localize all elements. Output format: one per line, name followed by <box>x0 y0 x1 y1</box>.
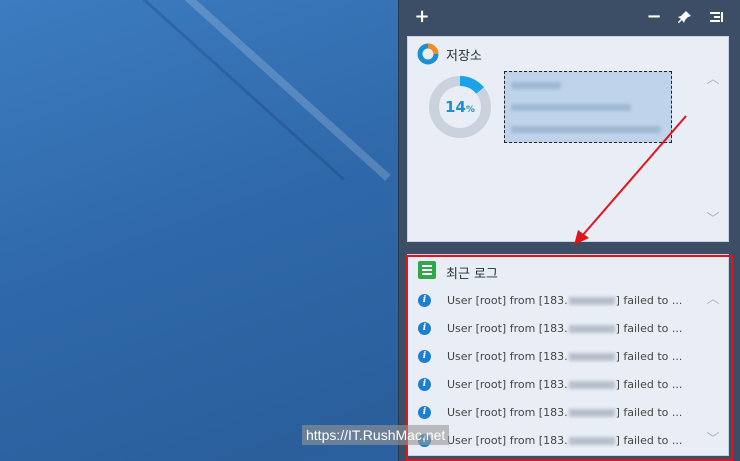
chevron-down-icon[interactable]: ﹀ <box>706 433 720 447</box>
redacted-ip <box>568 325 615 333</box>
info-icon: i <box>418 294 431 307</box>
redacted-line <box>511 104 631 111</box>
log-row[interactable]: i User [root] from [183. ] failed to ... <box>418 347 708 367</box>
chevron-up-icon[interactable]: ︿ <box>706 73 720 87</box>
log-text-prefix: User [root] from [183. <box>447 322 568 335</box>
widget-panel: + − 저장소 14% ︿ ﹀ 최근 로그 i User [root] from… <box>398 0 740 461</box>
log-text-suffix: ] failed to ... <box>615 350 683 363</box>
redacted-ip <box>568 353 615 361</box>
log-row[interactable]: i User [root] from [183.] failed to ... <box>418 431 708 451</box>
redacted-ip <box>568 409 615 417</box>
log-text-suffix: ] failed to ... <box>615 322 683 335</box>
log-row[interactable]: i User [root] from [183. ] failed to ... <box>418 319 708 339</box>
pin-icon[interactable] <box>674 6 696 28</box>
wallpaper-shadow <box>120 0 345 181</box>
log-text-prefix: User [root] from [183. <box>447 406 568 419</box>
log-text-prefix: User [root] from [183. <box>447 378 568 391</box>
watermark: https://IT.RushMac.net <box>302 425 450 445</box>
log-text-prefix: User [root] from [183. <box>447 350 568 363</box>
redacted-line <box>511 82 561 89</box>
recent-log-widget: 최근 로그 i User [root] from [183. ] failed t… <box>407 254 729 456</box>
chevron-down-icon[interactable]: ﹀ <box>706 213 720 227</box>
log-text-prefix: User [root] from [183. <box>447 434 568 447</box>
panel-menu-icon[interactable] <box>705 6 727 28</box>
redacted-ip <box>568 381 615 389</box>
minus-icon[interactable]: − <box>643 6 665 28</box>
log-list-icon <box>418 261 436 279</box>
usage-percent-label: 14% <box>428 75 492 139</box>
redacted-ip <box>568 437 615 445</box>
info-icon: i <box>418 322 431 335</box>
log-text-suffix: ] failed to ... <box>615 406 683 419</box>
storage-widget: 저장소 14% ︿ ﹀ <box>407 36 729 242</box>
log-text-suffix: ] failed to ... <box>615 434 683 447</box>
redacted-storage-info <box>504 71 672 143</box>
info-icon: i <box>418 350 431 363</box>
log-title: 최근 로그 <box>446 267 498 282</box>
log-text-prefix: User [root] from [183. <box>447 294 568 307</box>
redacted-ip <box>568 297 615 305</box>
log-row[interactable]: i User [root] from [183. ] failed to ... <box>418 291 708 311</box>
storage-donut-icon <box>417 43 439 65</box>
log-row[interactable]: i User [root] from [183. ] failed to ... <box>418 375 708 395</box>
usage-value: 14 <box>445 98 466 116</box>
log-row[interactable]: i User [root] from [183. ] failed to ... <box>418 403 708 423</box>
redacted-line <box>511 126 661 133</box>
usage-unit: % <box>465 105 475 115</box>
info-icon: i <box>418 378 431 391</box>
panel-toolbar: + − <box>399 0 740 34</box>
log-text-suffix: ] failed to ... <box>615 378 683 391</box>
plus-icon[interactable]: + <box>411 6 433 28</box>
chevron-up-icon[interactable]: ︿ <box>706 293 720 307</box>
info-icon: i <box>418 406 431 419</box>
log-text-suffix: ] failed to ... <box>615 294 683 307</box>
storage-title: 저장소 <box>446 49 482 64</box>
